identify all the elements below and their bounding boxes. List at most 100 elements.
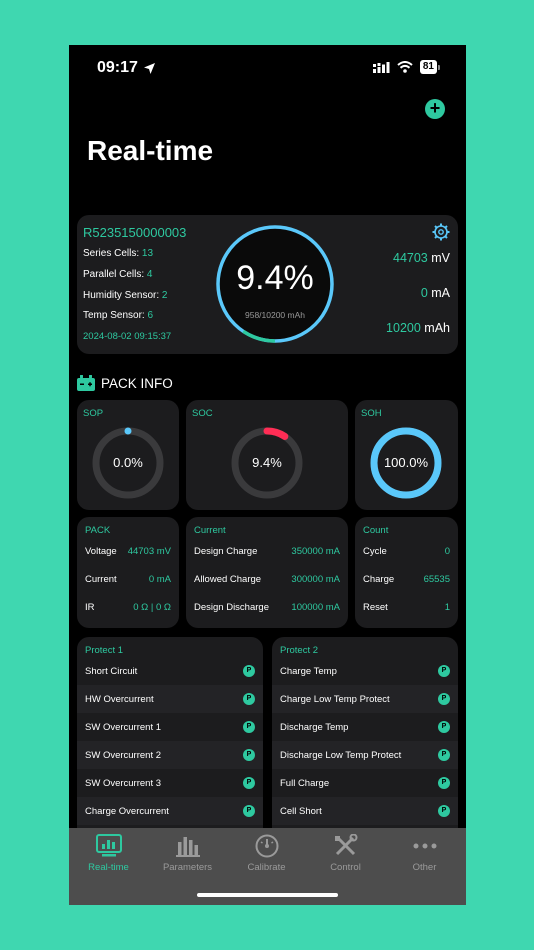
tab-parameters-label: Parameters — [162, 862, 213, 873]
current-unit: mA — [427, 286, 450, 300]
humidity-sensor-label: Humidity Sensor: — [83, 290, 162, 301]
protect-item: Charge Overcurrent P — [77, 797, 263, 825]
protect-status-badge: P — [438, 749, 450, 761]
sop-card: SOP 0.0% — [77, 400, 179, 510]
reset-row: Reset 1 — [363, 602, 450, 613]
pack-info-title: PACK INFO — [101, 375, 173, 391]
add-device-button[interactable]: + — [425, 99, 445, 119]
cycle-row: Cycle 0 — [363, 546, 450, 557]
protect-item-label: Charge Overcurrent — [85, 805, 169, 817]
protect1-title: Protect 1 — [85, 645, 124, 656]
tab-real-time[interactable]: Real-time — [69, 834, 148, 873]
gear-icon[interactable] — [432, 223, 450, 241]
soc-card: SOC 9.4% — [186, 400, 348, 510]
location-arrow-icon — [143, 62, 155, 74]
protect-item: SW Overcurrent 3 P — [77, 769, 263, 797]
protect1-card: Protect 1 Short Circuit P HW Overcurrent P… — [77, 637, 263, 837]
protect-item: SW Overcurrent 2 P — [77, 741, 263, 769]
protect-item-label: SW Overcurrent 2 — [85, 749, 162, 761]
bar-chart-icon — [175, 837, 200, 857]
pack-ir-row: IR 0 Ω | 0 Ω — [85, 602, 171, 613]
status-time: 09:17 — [97, 59, 156, 77]
soc-title: SOC — [192, 408, 213, 419]
protect2-title: Protect 2 — [280, 645, 319, 656]
charge-count-row: Charge 65535 — [363, 574, 450, 585]
soh-value: 100.0% — [383, 455, 429, 470]
speedometer-icon — [255, 834, 278, 858]
protect-item: Discharge Low Temp Protect P — [272, 741, 458, 769]
capacity-percent: 9.4% — [236, 259, 314, 297]
tab-other-label: Other — [412, 862, 437, 873]
status-time-text: 09:17 — [97, 59, 138, 76]
reset-label: Reset — [363, 602, 388, 613]
tab-control[interactable]: Control — [306, 834, 385, 873]
parallel-cells-value: 4 — [146, 269, 153, 280]
protect-status-badge: P — [438, 665, 450, 677]
reset-value: 1 — [444, 602, 450, 613]
series-cells-value: 13 — [141, 248, 154, 259]
sop-gauge-dot — [124, 427, 132, 435]
device-id[interactable]: R5235150000003 — [83, 225, 186, 240]
voltage-unit: mV — [427, 251, 450, 265]
protect-item: Charge Low Temp Protect P — [272, 685, 458, 713]
pack-ir-label: IR — [85, 602, 95, 613]
sop-title: SOP — [83, 408, 104, 419]
capacity-gauge: 9.4% 958/10200 mAh — [214, 223, 336, 345]
monitor-chart-icon — [95, 834, 122, 857]
voltage-number: 44703 — [393, 251, 428, 265]
pack-voltage-label: Voltage — [85, 546, 117, 557]
protect-status-badge: P — [243, 777, 255, 789]
protect-item: Charge Temp P — [272, 657, 458, 685]
temp-sensor-label: Temp Sensor: — [83, 310, 148, 321]
signal-icon — [372, 61, 390, 73]
status-bar: 09:17 81 — [69, 45, 466, 89]
protect2-card: Protect 2 Charge Temp P Charge Low Temp P… — [272, 637, 458, 837]
pack-card-title: PACK — [85, 525, 111, 536]
tab-calibrate[interactable]: Calibrate — [227, 834, 306, 873]
design-charge-row: Design Charge 350000 mA — [194, 546, 340, 557]
battery-pack-icon — [77, 375, 95, 391]
protect-status-badge: P — [438, 721, 450, 733]
current-number: 0 — [420, 286, 428, 300]
more-dots-icon — [413, 843, 436, 849]
design-discharge-label: Design Discharge — [194, 602, 269, 613]
protect-status-badge: P — [243, 805, 255, 817]
page-title: Real-time — [87, 135, 214, 166]
pack-voltage-row: Voltage 44703 mV — [85, 546, 171, 557]
protect-status-badge: P — [243, 721, 255, 733]
tab-calibrate-label: Calibrate — [247, 862, 286, 873]
tab-other[interactable]: Other — [385, 834, 464, 873]
protect-item: Discharge Temp P — [272, 713, 458, 741]
tools-icon — [334, 834, 357, 856]
pack-current-row: Current 0 mA — [85, 574, 171, 585]
tab-parameters[interactable]: Parameters — [148, 834, 227, 873]
temp-sensor-value: 6 — [147, 310, 154, 321]
battery-level: 81 — [419, 60, 437, 74]
parallel-cells-label: Parallel Cells: — [83, 269, 147, 280]
voltage-readout: 44703 mV — [393, 251, 450, 265]
charge-count-label: Charge — [363, 574, 395, 585]
current-card-title: Current — [194, 525, 226, 536]
pack-current-label: Current — [85, 574, 117, 585]
battery-indicator: 81 — [419, 60, 440, 74]
protect-status-badge: P — [243, 749, 255, 761]
design-charge-value: 350000 mA — [291, 546, 340, 557]
capacity-unit: mAh — [420, 321, 450, 335]
protect-item-label: Cell Short — [280, 805, 322, 817]
temp-sensor-row: Temp Sensor: 6 — [83, 310, 153, 321]
series-cells-label: Series Cells: — [83, 248, 142, 259]
sop-value: 0.0% — [113, 455, 143, 470]
pack-card: PACK Voltage 44703 mV Current 0 mA IR 0 Ω |… — [77, 517, 179, 628]
design-charge-label: Design Charge — [194, 546, 258, 557]
capacity-number: 10200 — [386, 321, 421, 335]
protect-item: Cell Short P — [272, 797, 458, 825]
allowed-charge-value: 300000 mA — [291, 574, 340, 585]
protect-status-badge: P — [438, 693, 450, 705]
device-timestamp: 2024-08-02 09:15:37 — [83, 331, 172, 342]
humidity-sensor-row: Humidity Sensor: 2 — [83, 290, 167, 301]
phone-screen: 09:17 81 + Real-time R5235150000003 Seri… — [69, 45, 466, 905]
protect-item: SW Overcurrent 1 P — [77, 713, 263, 741]
soc-value: 9.4% — [252, 455, 282, 470]
tab-real-time-label: Real-time — [88, 862, 129, 873]
pack-ir-value: 0 Ω | 0 Ω — [133, 602, 171, 613]
